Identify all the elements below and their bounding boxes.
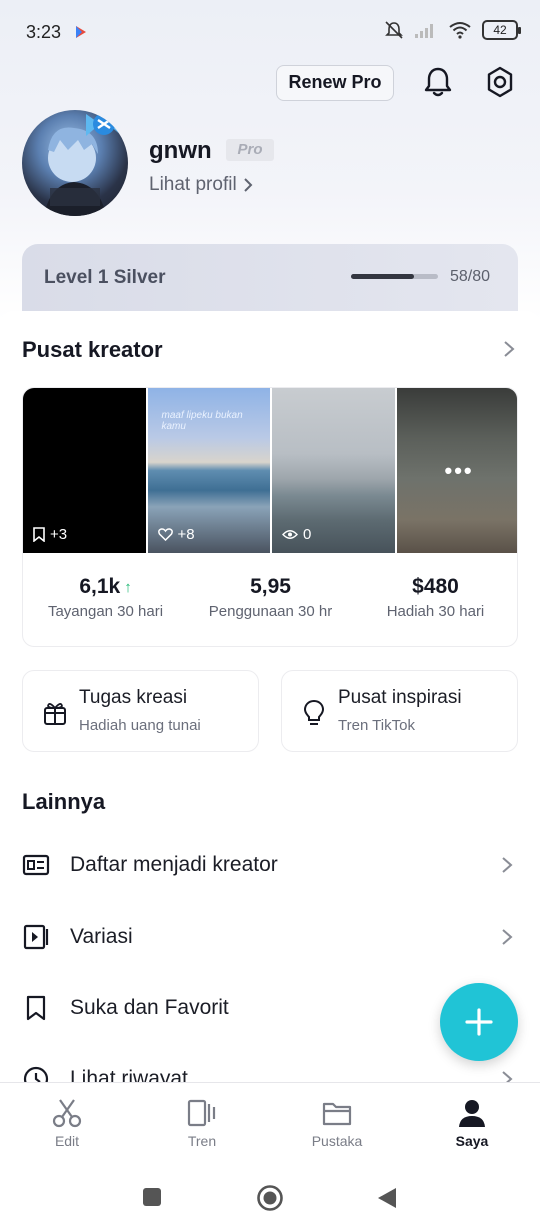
level-count: 58/80 [450, 268, 491, 285]
menu-item-view-history[interactable]: Lihat riwayat [22, 1059, 518, 1083]
more-dots-icon: ••• [444, 458, 474, 483]
nav-label: Edit [54, 1133, 80, 1149]
more-thumbnails[interactable]: ••• [396, 388, 517, 553]
battery-indicator: 42 [482, 20, 521, 40]
level-label: Level 1 Silver [44, 267, 166, 288]
nav-label: Saya [455, 1133, 489, 1149]
stat-label: Hadiah 30 hari [386, 603, 485, 620]
card-subtitle: Hadiah uang tunai [79, 717, 201, 734]
inspiration-center-card[interactable]: Pusat inspirasi Tren TikTok [281, 670, 518, 752]
chevron-right-icon [502, 929, 513, 945]
thumbnail-meta: +8 [177, 526, 195, 543]
bottom-nav: Edit Tren Pustaka Saya [0, 1082, 540, 1158]
view-profile-label: Lihat profil [149, 174, 237, 195]
create-button[interactable] [440, 983, 518, 1061]
id-card-icon [22, 854, 50, 876]
username: gnwn [149, 137, 212, 164]
video-thumbnail[interactable]: +3 [23, 388, 146, 553]
system-navigation-bar [0, 1158, 540, 1230]
menu-item-label: Variasi [70, 925, 133, 948]
menu-item-label: Lihat riwayat [70, 1067, 188, 1083]
level-card[interactable]: Level 1 Silver 58/80 [22, 244, 518, 314]
nav-edit[interactable]: Edit [17, 1097, 117, 1149]
mute-notification-icon [385, 21, 403, 39]
nav-library[interactable]: Pustaka [287, 1097, 387, 1149]
stat-value: 6,1k [79, 575, 121, 598]
stat-usage: 5,95 Penggunaan 30 hr [188, 575, 353, 620]
bell-icon[interactable] [421, 64, 455, 100]
settings-icon[interactable] [483, 64, 517, 100]
creator-center-title: Pusat kreator [22, 337, 163, 362]
stat-value: $480 [412, 575, 459, 598]
thumbnail-meta: +3 [50, 526, 68, 543]
bookmark-icon [33, 527, 45, 542]
pro-badge: Pro [226, 139, 274, 161]
creator-center-card: +3 maaf lipeku bukan kamu +8 0 ••• 6,1k … [22, 387, 518, 647]
stat-label: Tayangan 30 hari [47, 603, 164, 620]
status-time: 3:23 [26, 22, 62, 42]
nav-label: Tren [187, 1133, 217, 1149]
chevron-right-icon [502, 857, 513, 873]
home-icon[interactable] [256, 1184, 284, 1212]
level-progress-bar [351, 274, 438, 279]
stat-views: 6,1k ↑ Tayangan 30 hari [23, 575, 188, 620]
heart-icon [157, 528, 173, 541]
capcut-badge-icon [86, 113, 122, 136]
video-thumbnail[interactable]: 0 [272, 388, 395, 553]
video-variation-icon [23, 924, 49, 950]
back-icon[interactable] [376, 1186, 398, 1210]
nav-trend[interactable]: Tren [152, 1097, 252, 1149]
trend-up-icon: ↑ [124, 578, 132, 596]
stat-rewards: $480 Hadiah 30 hari [353, 575, 517, 620]
chevron-right-icon [502, 1071, 513, 1083]
bookmark-icon [26, 995, 46, 1021]
eye-icon [282, 530, 298, 539]
chevron-right-icon[interactable] [502, 339, 516, 359]
history-icon [23, 1066, 49, 1083]
level-progress-fill [351, 274, 415, 279]
signal-icon [415, 24, 433, 38]
chevron-right-icon [243, 178, 253, 192]
nav-label: Pustaka [311, 1133, 363, 1149]
person-icon [459, 1100, 485, 1127]
nav-me[interactable]: Saya [422, 1097, 522, 1149]
status-bar: 3:23 42 [0, 0, 540, 62]
stat-value: 5,95 [250, 575, 291, 598]
video-thumbnail[interactable]: maaf lipeku bukan kamu +8 [147, 388, 270, 553]
renew-pro-button[interactable]: Renew Pro [276, 65, 394, 101]
menu-item-label: Suka dan Favorit [70, 996, 229, 1019]
folder-icon [322, 1102, 352, 1126]
lightbulb-icon [303, 699, 325, 725]
plus-icon [465, 1008, 493, 1036]
card-title: Pusat inspirasi [338, 687, 462, 708]
wifi-icon [449, 22, 471, 39]
creation-tasks-card[interactable]: Tugas kreasi Hadiah uang tunai [22, 670, 259, 752]
avatar[interactable] [22, 110, 128, 216]
menu-item-register-creator[interactable]: Daftar menjadi kreator [22, 845, 518, 885]
card-title: Tugas kreasi [79, 687, 188, 708]
card-subtitle: Tren TikTok [338, 717, 415, 734]
play-store-icon [76, 26, 86, 38]
gift-icon [44, 703, 66, 725]
main-content: Pusat kreator +3 maaf lipeku bukan kamu … [0, 311, 540, 1083]
thumbnail-meta: 0 [303, 526, 312, 543]
menu-item-label: Daftar menjadi kreator [70, 853, 278, 876]
menu-item-variation[interactable]: Variasi [22, 917, 518, 957]
view-profile-link[interactable]: Lihat profil [149, 174, 253, 196]
thumbnail-caption: maaf lipeku bukan kamu [161, 410, 243, 432]
recent-apps-icon[interactable] [142, 1187, 162, 1207]
stat-label: Penggunaan 30 hr [208, 603, 333, 620]
scissors-icon [52, 1099, 82, 1128]
more-section-title: Lainnya [22, 789, 106, 814]
trend-icon [187, 1099, 216, 1127]
